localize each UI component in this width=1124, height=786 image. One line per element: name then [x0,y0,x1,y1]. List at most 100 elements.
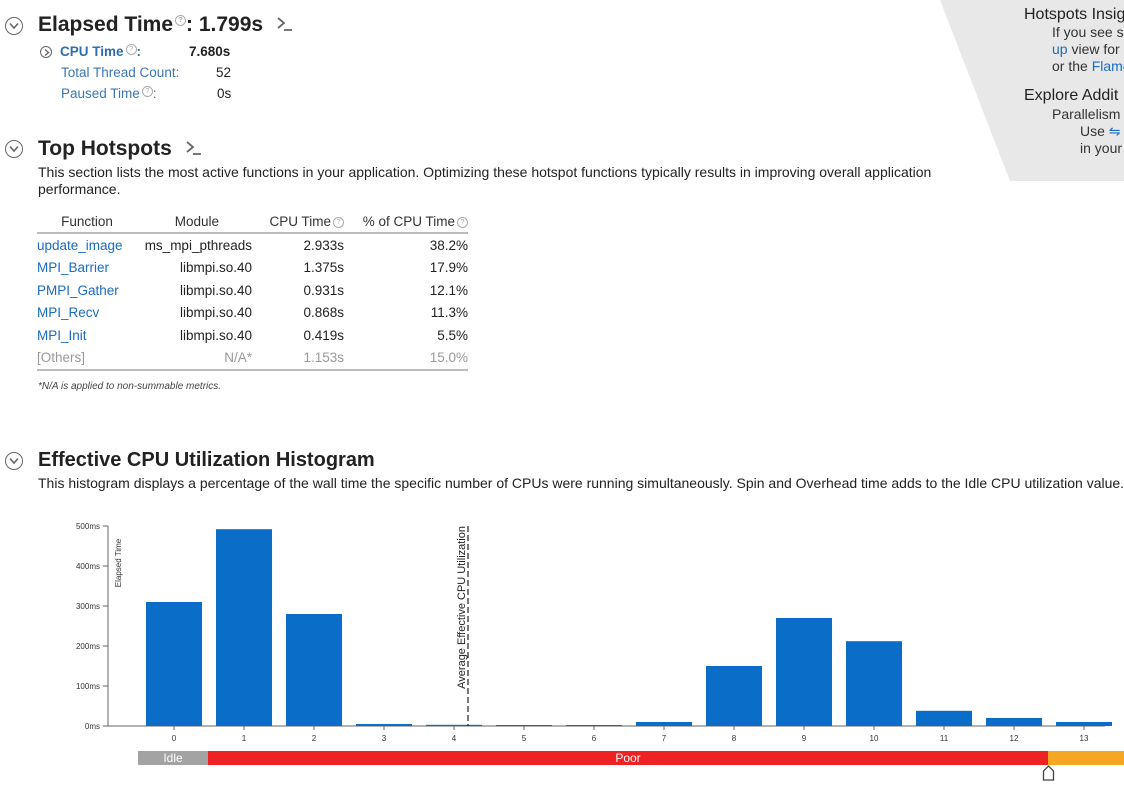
function-link[interactable]: PMPI_Gather [37,279,137,302]
function-link[interactable]: MPI_Recv [37,302,137,325]
histogram-description: This histogram displays a percentage of … [38,475,1124,491]
x-tick-label: 12 [1010,734,1019,743]
cpu-time-cell: 2.933s [303,237,344,253]
y-tick-label: 0ms [85,722,100,731]
histogram-bar[interactable] [636,722,692,726]
cpu-time-cell: 1.153s [252,346,344,371]
hotspots-description: This section lists the most active funct… [38,164,932,197]
histogram-bar[interactable] [496,725,552,726]
module-cell: libmpi.so.40 [179,260,252,276]
cpu-time-label[interactable]: CPU Time [60,44,124,59]
col-module[interactable]: Module [137,212,252,234]
elapsed-collapse-icon[interactable] [5,17,23,35]
insights-text-line: or the Flame [1052,58,1124,74]
help-icon[interactable]: ? [175,15,187,26]
table-row: PMPI_Gather libmpi.so.40 0.931s 12.1% [37,279,468,302]
cpu-utilization-histogram: 0ms 100ms 200ms 300ms 400ms 500ms Elapsed Tim… [76,522,1112,743]
thread-count-value: 52 [216,65,232,80]
bars: 0 1 2 3 4 5 6 7 8 9 10 11 12 13 [146,529,1112,743]
insights-text-span: or the [1052,58,1092,74]
paused-time-row: Paused Time?: [61,86,157,101]
na-footnote: *N/A is applied to non-summable metrics. [38,381,222,392]
top-hotspots-title: Top Hotspots [38,137,172,160]
insights-heading: Hotspots Insig [1024,6,1124,23]
x-tick-label: 4 [452,734,457,743]
cpu-time-value: 7.680s [189,44,231,59]
thread-count-label: Total Thread Count: [61,65,179,80]
elapsed-time-heading: Elapsed Time?: 1.799s [38,13,293,37]
histogram-bar[interactable] [356,724,412,726]
idle-band: Idle [138,751,208,765]
histogram-bar[interactable] [1056,722,1112,726]
x-tick-label: 13 [1080,734,1089,743]
y-tick-label: 100ms [76,682,100,691]
pct-cell: 5.5% [437,327,468,343]
pct-cell: 11.3% [430,305,468,321]
module-cell: libmpi.so.40 [179,282,252,298]
cpu-time-cell: 0.868s [303,305,344,321]
x-tick-label: 0 [172,734,177,743]
function-link[interactable]: MPI_Init [37,324,137,347]
table-row: MPI_Recv libmpi.so.40 0.868s 11.3% [37,302,468,325]
help-icon[interactable]: ? [333,217,344,228]
bottom-up-link[interactable]: up [1052,41,1068,57]
explore-text-line: Use ⇋ [1080,123,1121,140]
cpu-time-row: CPU Time?: [60,44,141,59]
copy-to-clipboard-icon[interactable] [277,13,293,37]
table-row: [Others] N/A* 1.153s 15.0% [37,346,468,371]
function-link[interactable]: MPI_Barrier [37,257,137,280]
x-tick-label: 8 [732,734,737,743]
help-icon[interactable]: ? [125,44,137,55]
function-link[interactable]: update_image [37,233,137,257]
hotspots-table: Function Module CPU Time? % of CPU Time?… [37,212,468,371]
threading-icon[interactable]: ⇋ [1109,123,1121,139]
module-cell: libmpi.so.40 [179,327,252,343]
histogram-bar[interactable] [566,725,622,726]
average-utilization-marker: Average Effective CPU Utilization [456,526,469,726]
x-tick-label: 7 [662,734,667,743]
help-icon[interactable]: ? [141,86,153,97]
cpu-time-cell: 0.931s [303,282,344,298]
col-pct-cpu-time[interactable]: % of CPU Time? [344,212,468,234]
table-row: MPI_Init libmpi.so.40 0.419s 5.5% [37,324,468,347]
pct-cell: 17.9% [429,260,468,276]
top-hotspots-heading: Top Hotspots [38,137,202,161]
histogram-bar[interactable] [216,529,272,726]
copy-to-clipboard-icon[interactable] [186,137,202,161]
histogram-heading: Effective CPU Utilization Histogram [38,449,375,471]
explore-text-span: Use [1080,123,1105,139]
histogram-bar[interactable] [146,602,202,726]
x-tick-label: 1 [242,734,247,743]
histogram-bar[interactable] [286,614,342,726]
histogram-collapse-icon[interactable] [5,452,23,470]
histogram-bar[interactable] [846,641,902,726]
hotspots-collapse-icon[interactable] [5,140,23,158]
col-function[interactable]: Function [37,212,137,234]
others-cell: [Others] [37,346,137,371]
help-icon[interactable]: ? [457,217,468,228]
x-tick-label: 9 [802,734,807,743]
target-utilization-slider-handle[interactable] [1042,765,1055,786]
explore-text-line: Parallelism [1052,106,1121,122]
insights-text-span: view for [1067,41,1120,57]
histogram-bar[interactable] [776,618,832,726]
histogram-bar[interactable] [916,710,972,726]
x-tick-label: 5 [522,734,527,743]
pct-cell: 38.2% [429,237,468,253]
x-tick-label: 2 [312,734,317,743]
average-utilization-label: Average Effective CPU Utilization [456,526,468,689]
y-tick-label: 500ms [76,522,100,531]
histogram-bar[interactable] [426,724,482,726]
paused-time-suffix: : [152,86,157,101]
cpu-time-expand-icon[interactable] [40,46,52,58]
pct-cell: 12.1% [429,282,468,298]
col-cpu-time[interactable]: CPU Time? [252,212,344,234]
flame-graph-link[interactable]: Flame [1092,58,1124,74]
table-row: MPI_Barrier libmpi.so.40 1.375s 17.9% [37,257,468,280]
histogram-bar[interactable] [706,666,762,726]
elapsed-time-label: Elapsed Time [38,13,174,36]
x-tick-label: 11 [940,734,949,743]
cpu-time-cell: 0.419s [303,327,344,343]
elapsed-time-value: : 1.799s [186,13,264,36]
histogram-bar[interactable] [986,718,1042,726]
